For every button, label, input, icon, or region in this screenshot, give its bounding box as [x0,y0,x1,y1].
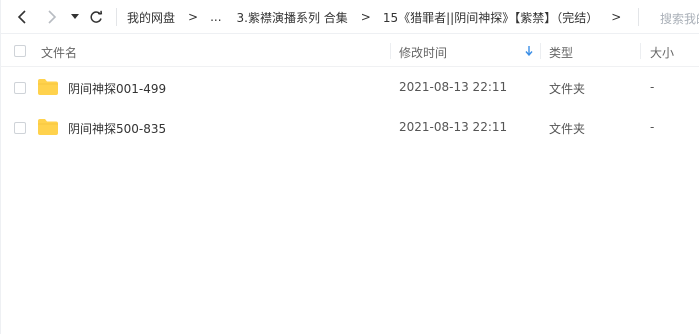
chevron-right-icon [48,10,57,24]
refresh-button[interactable] [88,9,104,25]
column-header-size[interactable]: 大小 [650,44,674,61]
column-header-name[interactable]: 文件名 [41,44,77,61]
file-modified: 2021-08-13 22:11 [399,120,508,134]
breadcrumb-separator: > [188,10,199,24]
file-name[interactable]: 阴间神探001-499 [68,80,166,97]
row-checkbox[interactable] [14,122,26,134]
column-header-modified[interactable]: 修改时间 [399,44,447,61]
breadcrumb-item-root[interactable]: 我的网盘 [127,9,175,26]
history-dropdown-button[interactable] [70,9,80,25]
search-divider [638,8,639,26]
caret-down-icon [71,14,79,19]
search-input[interactable]: 搜索我的 [660,10,699,27]
select-all-checkbox[interactable] [14,45,26,57]
toolbar-divider [116,8,117,26]
sort-descending-icon[interactable] [525,46,533,56]
row-checkbox[interactable] [14,82,26,94]
file-size: - [650,80,655,94]
breadcrumb-item-collection[interactable]: 3.紫襟演播系列 合集 [237,9,348,26]
column-header-type[interactable]: 类型 [549,44,573,61]
breadcrumb-separator: > [360,10,371,24]
breadcrumb-item-ellipsis[interactable]: ... [210,10,221,24]
column-divider[interactable] [390,43,391,59]
chevron-left-icon [17,10,26,24]
column-divider[interactable] [640,43,641,59]
folder-icon [38,119,58,135]
file-row[interactable]: 阴间神探001-499 2021-08-13 22:11 文件夹 - [0,68,699,108]
breadcrumb-separator: > [611,10,622,24]
forward-button[interactable] [46,9,58,25]
file-row[interactable]: 阴间神探500-835 2021-08-13 22:11 文件夹 - [0,108,699,148]
file-name[interactable]: 阴间神探500-835 [68,120,166,137]
refresh-icon [90,10,103,23]
file-list-header: 文件名 修改时间 类型 大小 [0,35,699,67]
toolbar: 我的网盘 > ... 3.紫襟演播系列 合集 > 15《猎罪者||阴间神探》【紫… [0,0,699,34]
column-divider[interactable] [540,43,541,59]
folder-icon [38,79,58,95]
breadcrumb: 我的网盘 > ... 3.紫襟演播系列 合集 > 15《猎罪者||阴间神探》【紫… [127,0,633,34]
back-button[interactable] [16,9,28,25]
file-type: 文件夹 [549,122,586,136]
file-size: - [650,120,655,134]
file-type: 文件夹 [549,82,586,96]
breadcrumb-item-current[interactable]: 15《猎罪者||阴间神探》【紫禁】（完结） [383,9,598,26]
file-modified: 2021-08-13 22:11 [399,80,508,94]
